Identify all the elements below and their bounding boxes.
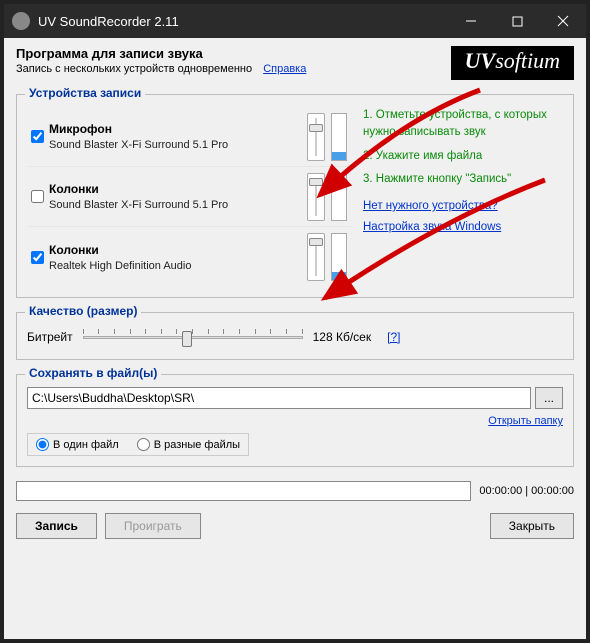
help-link[interactable]: Справка <box>263 63 306 75</box>
save-mode-radios: В один файл В разные файлы <box>27 433 249 456</box>
titlebar: UV SoundRecorder 2.11 <box>4 4 586 38</box>
save-path-input[interactable] <box>27 387 531 409</box>
app-heading: Программа для записи звука <box>16 46 451 61</box>
device-row: Колонки Sound Blaster X-Fi Surround 5.1 … <box>27 167 351 227</box>
no-device-link[interactable]: Нет нужного устройства? <box>363 198 498 215</box>
save-mode-single[interactable]: В один файл <box>36 438 119 451</box>
device-detail: Realtek High Definition Audio <box>49 260 307 272</box>
level-meter <box>331 173 347 221</box>
close-button[interactable] <box>540 4 586 38</box>
close-app-button[interactable]: Закрыть <box>490 513 574 539</box>
app-icon <box>12 12 30 30</box>
device-name: Микрофон <box>49 122 307 136</box>
instruction-step: 1. Отметьте устройства, с которых нужно … <box>363 107 563 142</box>
device-row: Колонки Realtek High Definition Audio <box>27 227 351 287</box>
minimize-button[interactable] <box>448 4 494 38</box>
devices-group-title: Устройства записи <box>25 86 145 100</box>
brand-logo: UVsoftium <box>451 46 574 80</box>
window-title: UV SoundRecorder 2.11 <box>38 14 448 29</box>
record-button[interactable]: Запись <box>16 513 97 539</box>
devices-group: Устройства записи Микрофон Sound Blaster… <box>16 94 574 298</box>
save-mode-multi[interactable]: В разные файлы <box>137 438 240 451</box>
volume-slider[interactable] <box>307 233 325 281</box>
device-detail: Sound Blaster X-Fi Surround 5.1 Pro <box>49 139 307 151</box>
bitrate-label: Битрейт <box>27 330 73 344</box>
device-row: Микрофон Sound Blaster X-Fi Surround 5.1… <box>27 107 351 167</box>
instructions: 1. Отметьте устройства, с которых нужно … <box>363 107 563 287</box>
level-meter <box>331 113 347 161</box>
instruction-step: 2. Укажите имя файла <box>363 148 563 165</box>
quality-group: Качество (размер) Битрейт 128 Кб/сек [?] <box>16 312 574 360</box>
volume-slider[interactable] <box>307 173 325 221</box>
bitrate-help-link[interactable]: [?] <box>387 330 400 344</box>
volume-slider[interactable] <box>307 113 325 161</box>
play-button[interactable]: Проиграть <box>105 513 201 539</box>
bitrate-value: 128 Кб/сек <box>313 330 371 344</box>
quality-group-title: Качество (размер) <box>25 304 141 318</box>
save-group-title: Сохранять в файл(ы) <box>25 366 161 380</box>
bitrate-slider[interactable] <box>83 327 303 347</box>
device-checkbox[interactable] <box>31 251 44 264</box>
open-folder-link[interactable]: Открыть папку <box>488 415 563 427</box>
timer-display: 00:00:00 | 00:00:00 <box>479 485 574 497</box>
progress-bar <box>16 481 471 501</box>
device-checkbox[interactable] <box>31 190 44 203</box>
device-name: Колонки <box>49 243 307 257</box>
windows-sound-link[interactable]: Настройка звука Windows <box>363 219 501 236</box>
browse-button[interactable]: ... <box>535 387 563 409</box>
app-subheading: Запись с нескольких устройств одновремен… <box>16 63 451 75</box>
device-detail: Sound Blaster X-Fi Surround 5.1 Pro <box>49 199 307 211</box>
device-name: Колонки <box>49 182 307 196</box>
instruction-step: 3. Нажмите кнопку "Запись" <box>363 171 563 188</box>
save-group: Сохранять в файл(ы) ... Открыть папку В … <box>16 374 574 467</box>
level-meter <box>331 233 347 281</box>
maximize-button[interactable] <box>494 4 540 38</box>
device-checkbox[interactable] <box>31 130 44 143</box>
